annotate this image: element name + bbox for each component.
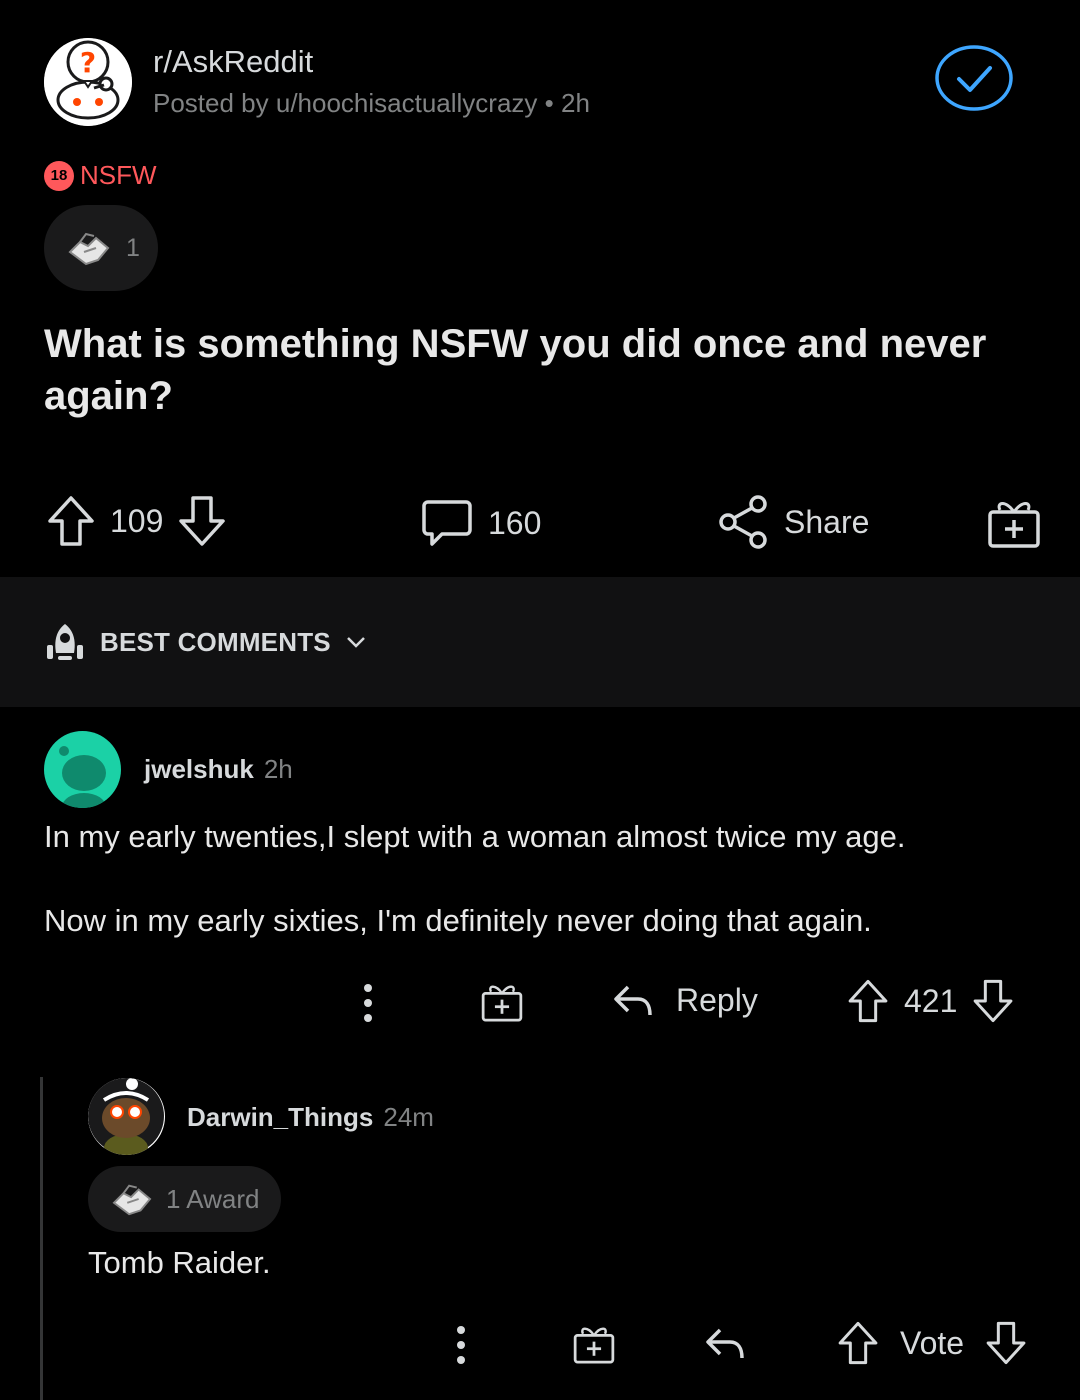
reply-arrow-icon[interactable]: [704, 1326, 746, 1362]
comment-body: Tomb Raider.: [88, 1245, 271, 1280]
handshake-award-icon: [112, 1184, 152, 1216]
post-title[interactable]: What is something NSFW you did once and …: [44, 318, 1044, 422]
share-nodes-icon: [719, 495, 767, 549]
chevron-down-icon: [346, 637, 365, 648]
reply-arrow-icon: [614, 985, 652, 1015]
speech-bubble-icon: [422, 500, 472, 546]
arrow-down-icon[interactable]: [984, 1320, 1028, 1366]
arrow-down-icon[interactable]: [177, 494, 227, 548]
post-awards[interactable]: 1: [44, 205, 158, 291]
arrow-down-icon[interactable]: [971, 978, 1015, 1024]
comment-body: In my early twenties,I slept with a woma…: [44, 816, 1044, 942]
joined-button[interactable]: [935, 45, 1013, 111]
svg-text:?: ?: [80, 46, 96, 79]
comment-count: 160: [488, 504, 542, 541]
comment-sort-bar: BEST COMMENTS: [0, 577, 1080, 707]
sort-selector[interactable]: BEST COMMENTS: [44, 621, 367, 663]
post-age: 2h: [561, 88, 590, 118]
comment-author[interactable]: Darwin_Things: [187, 1102, 373, 1132]
comment-avatar[interactable]: [88, 1078, 165, 1155]
comment-author[interactable]: jwelshuk: [144, 754, 254, 784]
vertical-dots-icon[interactable]: [453, 1324, 469, 1366]
snoo-avatar-icon: [59, 746, 106, 808]
comment-score: 421: [904, 982, 958, 1019]
comment-awards[interactable]: 1 Award: [88, 1166, 282, 1232]
gift-award-icon[interactable]: [572, 1322, 616, 1366]
comment-line: In my early twenties,I slept with a woma…: [44, 819, 906, 854]
gift-award-icon: [988, 502, 1040, 548]
comment-vote-group: Vote: [836, 1320, 1028, 1366]
meta-separator: •: [544, 88, 554, 118]
comment-age: 24m: [383, 1102, 434, 1132]
post-meta: Posted by u/hoochisactuallycrazy • 2h: [153, 88, 590, 119]
vote-group: 109: [46, 494, 227, 548]
snoo-avatar-icon: [88, 1078, 164, 1155]
comments-button[interactable]: 160: [420, 496, 541, 550]
nsfw-tag: 18 NSFW: [44, 160, 157, 191]
nsfw-18-badge: 18: [44, 160, 74, 191]
vote-label: Vote: [900, 1324, 965, 1361]
comment-vote-group: 421: [846, 978, 1015, 1024]
vertical-dots-icon[interactable]: [360, 982, 376, 1024]
award-count: 1: [126, 233, 140, 262]
award-label: 1 Award: [166, 1183, 260, 1214]
comment-actions: Reply 421: [0, 976, 1080, 1032]
comment-avatar[interactable]: [44, 731, 121, 808]
arrow-up-icon[interactable]: [846, 978, 890, 1024]
share-label: Share: [784, 503, 870, 540]
gift-award-icon[interactable]: [480, 980, 524, 1024]
post-action-bar: 109 160 Share: [0, 490, 1080, 556]
comment-header: jwelshuk 2h: [144, 754, 293, 785]
nsfw-label: NSFW: [80, 160, 157, 190]
sort-label: BEST COMMENTS: [100, 626, 331, 657]
share-button[interactable]: Share: [718, 494, 869, 550]
arrow-up-icon[interactable]: [836, 1320, 880, 1366]
comment-line: Now in my early sixties, I'm definitely …: [44, 903, 872, 938]
reply-label: Reply: [676, 982, 758, 1018]
arrow-up-icon[interactable]: [46, 494, 96, 548]
post-score: 109: [110, 502, 164, 539]
comment-header: Darwin_Things 24m: [187, 1102, 434, 1133]
subreddit-avatar[interactable]: ?: [44, 38, 132, 126]
subreddit-name[interactable]: r/AskReddit: [153, 44, 313, 80]
posted-by[interactable]: Posted by u/hoochisactuallycrazy: [153, 88, 537, 118]
rocket-icon: [47, 624, 83, 660]
checkmark-circle-icon: [935, 45, 1013, 111]
askreddit-snoo-icon: ?: [44, 38, 132, 126]
handshake-award-icon: [68, 232, 110, 266]
comment-actions: Vote: [0, 1318, 1080, 1374]
give-award-button[interactable]: [986, 496, 1042, 550]
reply-button[interactable]: Reply: [612, 982, 758, 1019]
comment-age: 2h: [263, 754, 293, 784]
